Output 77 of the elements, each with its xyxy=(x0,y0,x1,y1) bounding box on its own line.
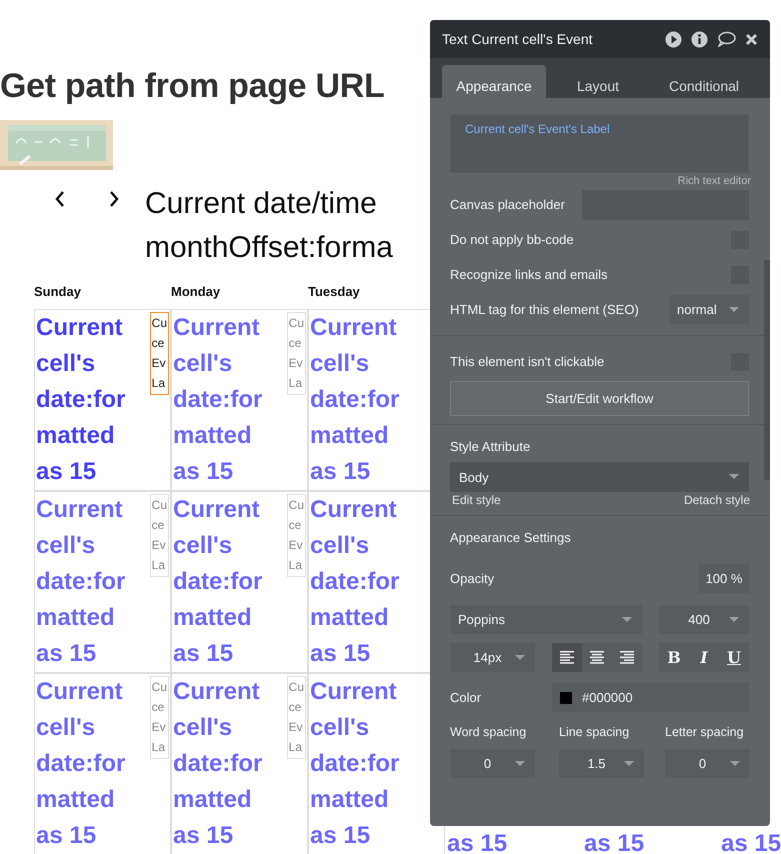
bold-button[interactable]: B xyxy=(659,643,689,672)
date-text: Current cell's date:formatted as 15 xyxy=(172,313,264,487)
field-label: HTML tag for this element (SEO) xyxy=(450,302,639,317)
close-icon[interactable] xyxy=(745,32,758,46)
date-text: as 15 xyxy=(720,832,781,854)
detach-style-link[interactable]: Detach style xyxy=(684,493,750,507)
caret-icon xyxy=(515,760,525,766)
day-header: Sunday xyxy=(34,284,81,299)
date-text: Current cell's date:formatted as 15 xyxy=(172,677,264,851)
chevron-left-icon[interactable] xyxy=(55,190,65,208)
section-label: Style Attribute xyxy=(450,439,532,454)
field-label: Opacity xyxy=(450,571,494,586)
event-label[interactable]: Cu ce Ev La xyxy=(150,676,169,759)
edit-style-link[interactable]: Edit style xyxy=(452,493,501,507)
field-label: Line spacing xyxy=(559,725,630,739)
date-heading: monthOffset:forma xyxy=(145,230,393,266)
date-text: as 15 xyxy=(583,832,646,854)
panel-title: Text Current cell's Event xyxy=(442,31,593,47)
page-title: Get path from page URL xyxy=(0,66,384,106)
rich-text-editor-link[interactable]: Rich text editor xyxy=(678,175,751,187)
option-label: Do not apply bb-code xyxy=(450,232,574,247)
field-label: Canvas placeholder xyxy=(450,197,565,212)
tag-dropdown[interactable]: normal xyxy=(669,295,749,324)
date-text: Current cell's date:formatted as 15 xyxy=(309,495,400,669)
option-label: Recognize links and emails xyxy=(450,267,608,282)
panel-tab[interactable]: Layout xyxy=(546,65,650,98)
play-icon[interactable] xyxy=(665,30,682,48)
color-field[interactable]: #000000 xyxy=(552,683,749,712)
caret-icon xyxy=(622,616,632,622)
spacing-dropdown[interactable]: 1.5 xyxy=(559,749,644,778)
caret-icon xyxy=(515,654,525,660)
align-left-button[interactable] xyxy=(552,643,582,672)
field-label: Letter spacing xyxy=(665,725,745,739)
section-heading: Appearance Settings xyxy=(450,530,572,545)
font-dropdown[interactable]: Poppins xyxy=(450,605,642,634)
info-icon[interactable] xyxy=(691,30,708,48)
event-label[interactable]: Cu ce Ev La xyxy=(286,312,306,395)
spacing-dropdown[interactable]: 0 xyxy=(665,749,750,778)
caret-icon xyxy=(624,760,634,766)
event-label[interactable]: Cu ce Ev La xyxy=(286,676,306,759)
panel-tab[interactable]: Conditional xyxy=(650,65,758,98)
scrollbar[interactable] xyxy=(764,260,770,480)
opacity-field[interactable]: 100 % xyxy=(699,564,749,593)
field-label: Word spacing xyxy=(450,725,528,739)
date-text: Current cell's date:formatted as 15 xyxy=(35,495,126,669)
date-text: as 15 xyxy=(446,832,508,854)
workflow-button[interactable]: Start/Edit workflow xyxy=(450,381,749,416)
date-text: Current cell's date:formatted as 15 xyxy=(35,313,126,487)
date-text: Current cell's date:formatted as 15 xyxy=(309,677,400,851)
caret-icon xyxy=(729,616,739,622)
weight-dropdown[interactable]: 400 xyxy=(659,605,749,634)
comment-icon[interactable] xyxy=(717,31,736,47)
date-text: Current cell's date:formatted as 15 xyxy=(172,495,264,669)
text-editor[interactable]: Current cell's Event's Label xyxy=(450,114,749,173)
day-header: Tuesday xyxy=(308,284,360,299)
date-text: Current cell's date:formatted as 15 xyxy=(35,677,126,851)
underline-button[interactable]: U xyxy=(719,643,749,672)
date-heading: Current date/time xyxy=(145,186,378,222)
event-label[interactable]: Cu ce Ev La xyxy=(150,312,169,395)
align-left-icon xyxy=(560,651,574,664)
caret-icon xyxy=(729,474,739,480)
italic-button[interactable]: I xyxy=(689,643,719,672)
event-label[interactable]: Cu ce Ev La xyxy=(150,494,169,577)
style-dropdown[interactable]: Body xyxy=(450,462,749,492)
event-label[interactable]: Cu ce Ev La xyxy=(286,494,306,577)
option-label: This element isn't clickable xyxy=(450,354,604,369)
size-dropdown[interactable]: 14px xyxy=(450,643,535,672)
date-text: Current cell's date:formatted as 15 xyxy=(309,313,400,487)
align-center-icon xyxy=(590,651,604,664)
chevron-right-icon[interactable] xyxy=(109,190,119,208)
field-label: Color xyxy=(450,690,482,705)
caret-icon xyxy=(729,306,739,312)
panel-tab[interactable]: Appearance xyxy=(442,65,546,98)
align-right-icon xyxy=(620,651,634,664)
spacing-dropdown[interactable]: 0 xyxy=(450,749,535,778)
day-header: Monday xyxy=(171,284,220,299)
caret-icon xyxy=(730,760,740,766)
